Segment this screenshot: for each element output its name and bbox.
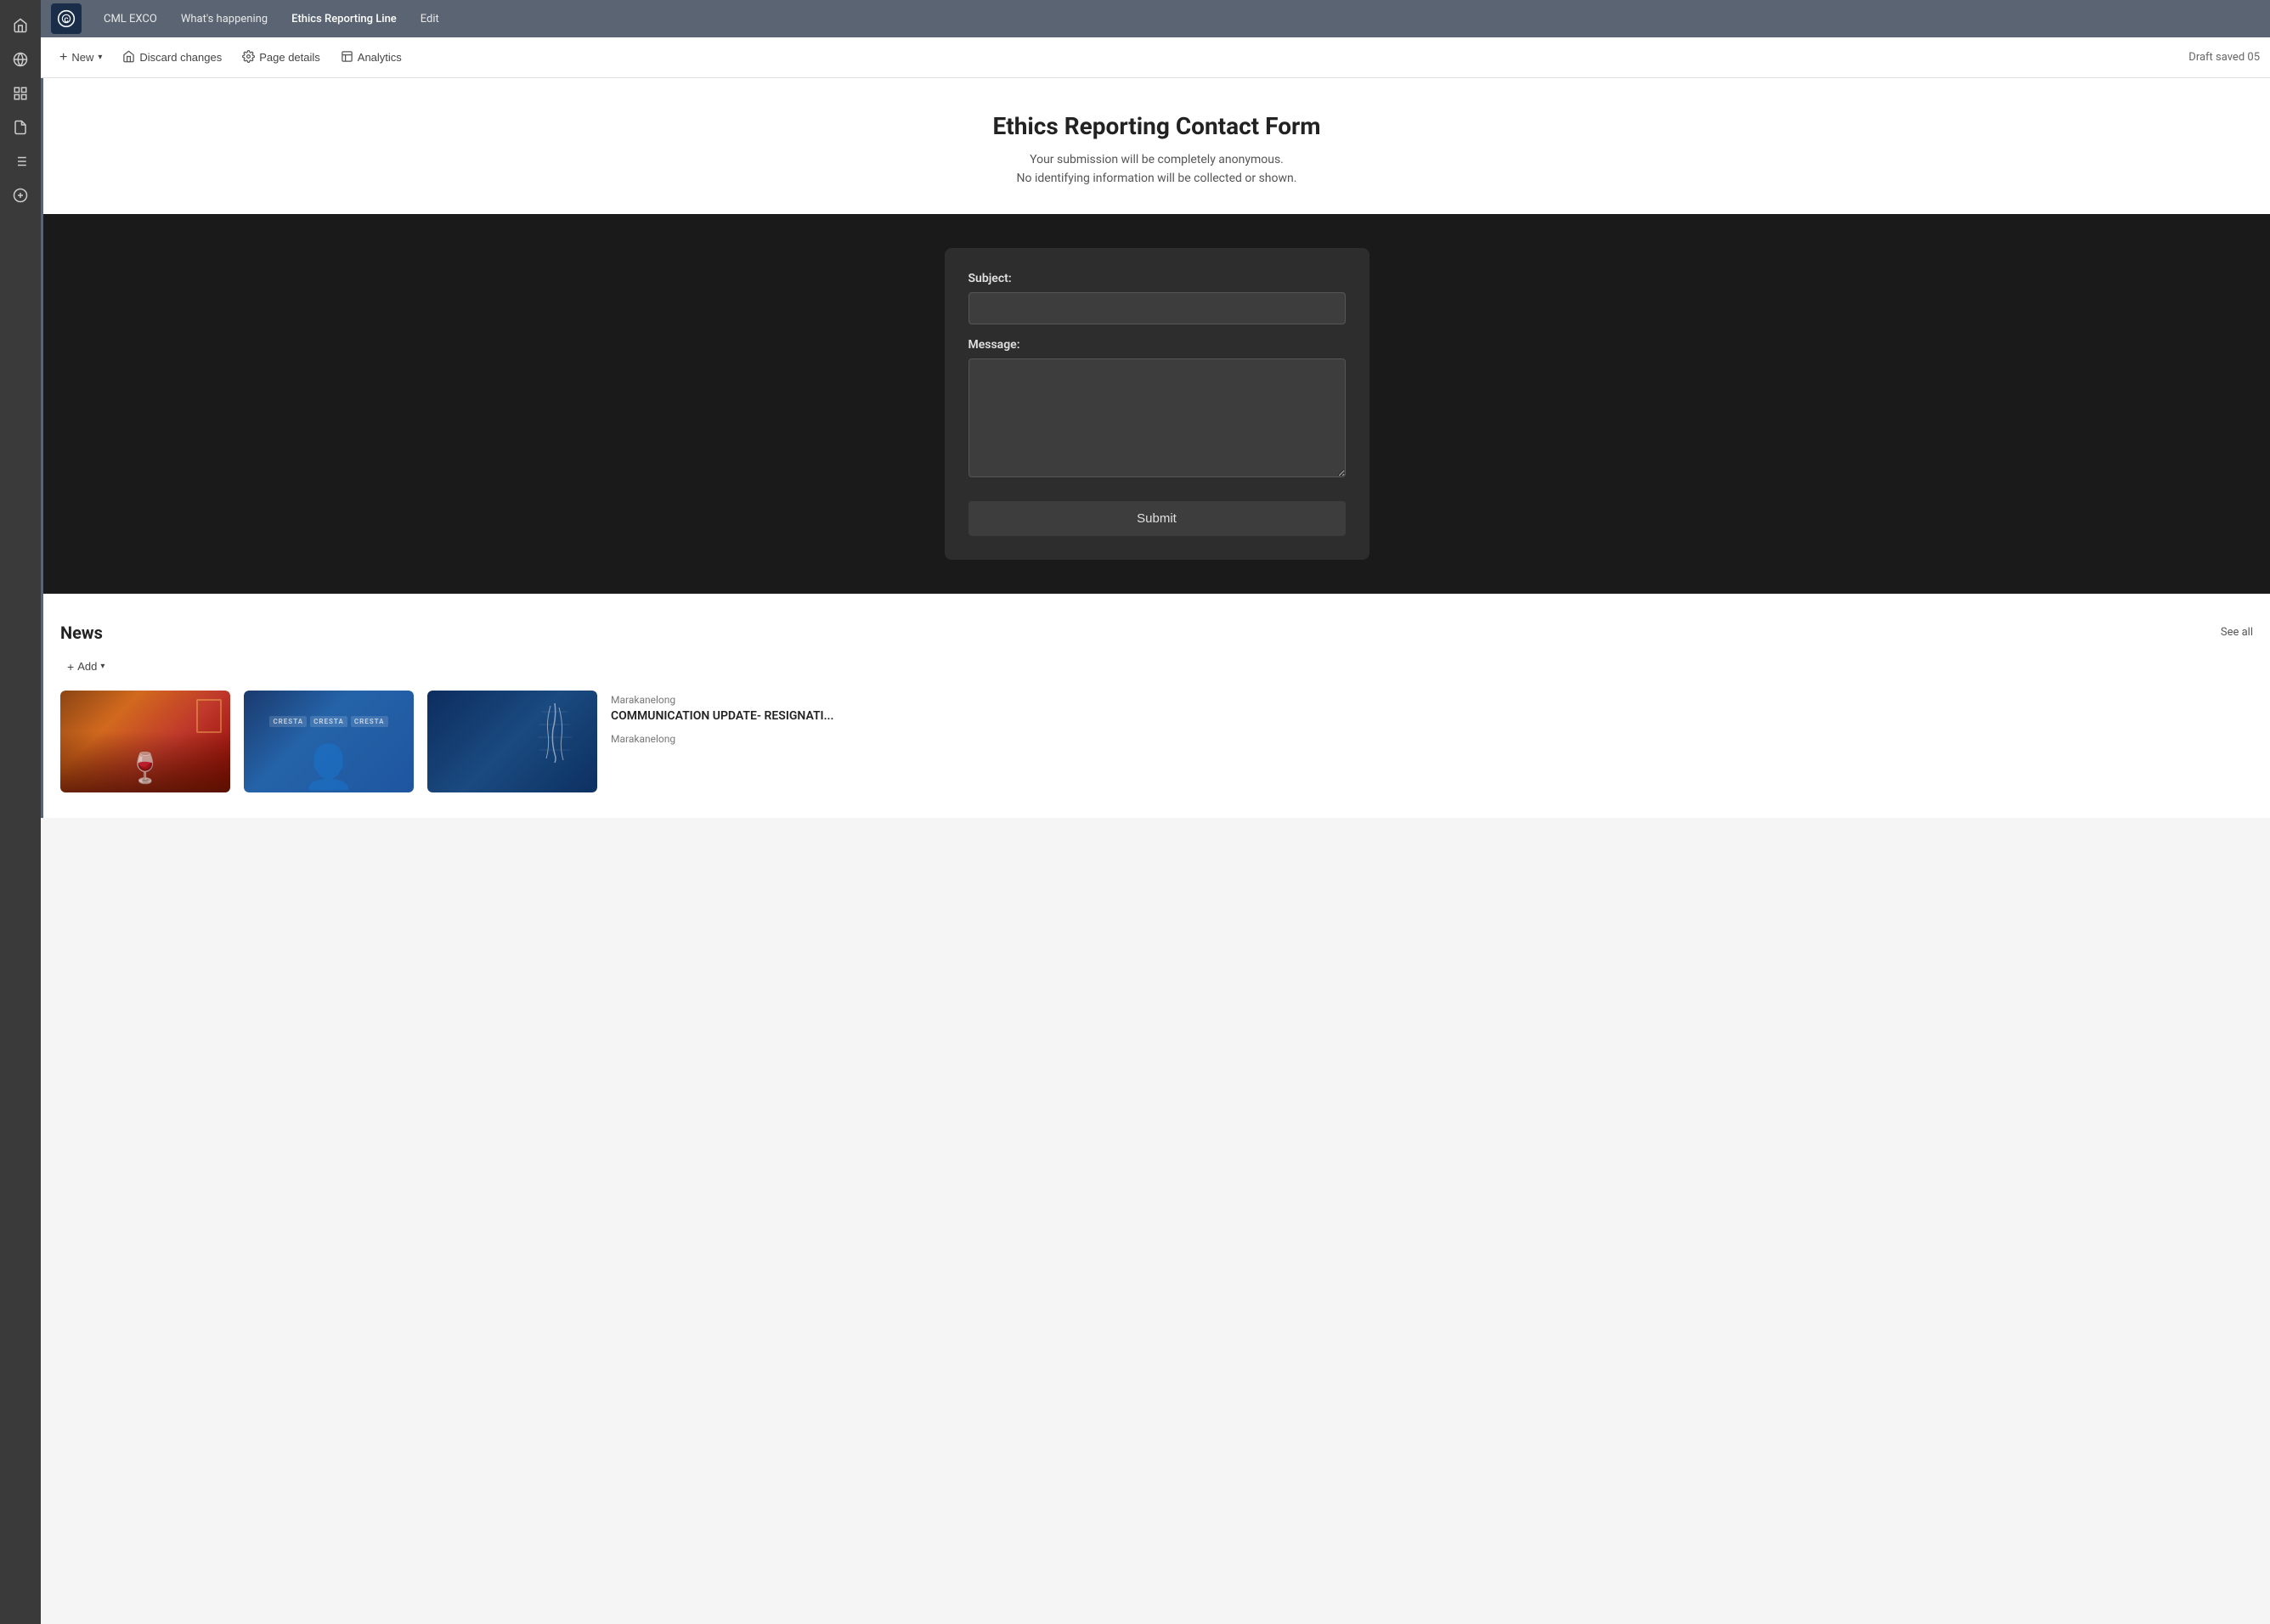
new-button[interactable]: + New ▾ xyxy=(51,46,110,70)
svg-text:C: C xyxy=(64,16,68,24)
news-section: News See all + Add ▾ 🍷 xyxy=(43,597,2270,818)
nav-ethics-reporting[interactable]: Ethics Reporting Line xyxy=(280,8,409,31)
page-subtitle-line1: Your submission will be completely anony… xyxy=(60,150,2253,169)
plus-icon: + xyxy=(59,50,67,65)
see-all-link[interactable]: See all xyxy=(2221,626,2253,639)
news-author: Marakanelong xyxy=(611,694,2253,706)
add-chevron-icon: ▾ xyxy=(100,662,104,671)
sidebar-item-home[interactable] xyxy=(5,10,36,41)
app-logo: C xyxy=(51,3,82,34)
analytics-icon xyxy=(341,50,353,65)
page-title: Ethics Reporting Contact Form xyxy=(60,112,2253,140)
draft-status: Draft saved 05 xyxy=(2188,51,2260,64)
news-card-2[interactable]: CRESTACRESTACRESTA 👤 xyxy=(244,691,414,792)
nav-edit[interactable]: Edit xyxy=(409,8,451,31)
submit-button[interactable]: Submit xyxy=(968,501,1346,536)
news-author2: Marakanelong xyxy=(611,733,2253,745)
news-card-3[interactable] xyxy=(427,691,597,792)
discard-changes-button[interactable]: Discard changes xyxy=(114,46,230,70)
sidebar-item-document[interactable] xyxy=(5,112,36,143)
analytics-button[interactable]: Analytics xyxy=(332,46,410,70)
toolbar: + New ▾ Discard changes Page details xyxy=(41,37,2270,78)
subject-input[interactable] xyxy=(968,292,1346,324)
nav-whats-happening[interactable]: What's happening xyxy=(169,8,280,31)
page-header: Ethics Reporting Contact Form Your submi… xyxy=(43,78,2270,214)
settings-icon xyxy=(242,50,255,65)
subject-group: Subject: xyxy=(968,272,1346,324)
news-image-2: CRESTACRESTACRESTA 👤 xyxy=(244,691,414,792)
nav-brand[interactable]: CML EXCO xyxy=(92,8,169,31)
subject-label: Subject: xyxy=(968,272,1346,285)
news-image-3 xyxy=(427,691,597,792)
message-label: Message: xyxy=(968,338,1346,352)
top-nav: C CML EXCO What's happening Ethics Repor… xyxy=(41,0,2270,37)
message-group: Message: xyxy=(968,338,1346,481)
add-icon: + xyxy=(67,660,74,674)
main-area: C CML EXCO What's happening Ethics Repor… xyxy=(41,0,2270,1624)
page-content: Ethics Reporting Contact Form Your submi… xyxy=(41,78,2270,1624)
sidebar-item-add[interactable] xyxy=(5,180,36,211)
chevron-down-icon: ▾ xyxy=(98,53,102,62)
news-header: News See all xyxy=(60,623,2253,643)
form-section: Subject: Message: Submit xyxy=(43,214,2270,594)
news-grid: 🍷 CRESTACRESTACRESTA 👤 xyxy=(60,691,2253,792)
sidebar xyxy=(0,0,41,1624)
news-title: News xyxy=(60,623,103,643)
sidebar-item-list[interactable] xyxy=(5,146,36,177)
page-wrapper: Ethics Reporting Contact Form Your submi… xyxy=(41,78,2270,818)
map-svg xyxy=(521,699,589,767)
news-image-1: 🍷 xyxy=(60,691,230,792)
news-card-1[interactable]: 🍷 xyxy=(60,691,230,792)
page-details-button[interactable]: Page details xyxy=(234,46,329,70)
page-subtitle-line2: No identifying information will be colle… xyxy=(60,169,2253,188)
news-text-card: Marakanelong COMMUNICATION UPDATE- RESIG… xyxy=(611,691,2253,792)
sidebar-item-globe[interactable] xyxy=(5,44,36,75)
form-card: Subject: Message: Submit xyxy=(945,248,1369,560)
discard-icon xyxy=(122,50,135,65)
sidebar-item-grid[interactable] xyxy=(5,78,36,109)
news-add-button[interactable]: + Add ▾ xyxy=(60,657,111,677)
message-textarea[interactable] xyxy=(968,358,1346,477)
news-headline[interactable]: COMMUNICATION UPDATE- RESIGNATI... xyxy=(611,709,2253,723)
cresta-logo-deco: CRESTACRESTACRESTA xyxy=(269,716,387,727)
